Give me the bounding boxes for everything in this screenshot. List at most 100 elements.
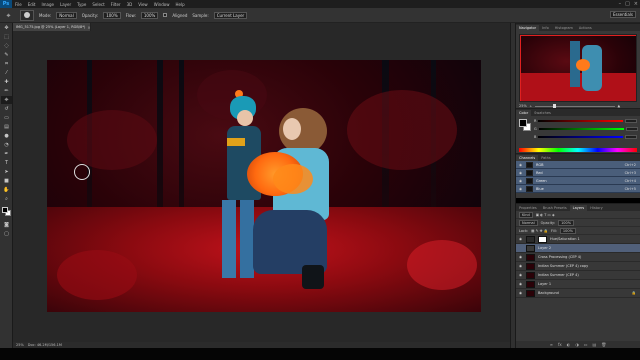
menu-edit[interactable]: Edit xyxy=(25,2,39,7)
quick-select-tool-icon[interactable]: ✎ xyxy=(1,51,12,59)
new-group-icon[interactable]: ▭ xyxy=(584,342,588,347)
visibility-eye-icon[interactable]: ◉ xyxy=(518,237,523,241)
tab-color[interactable]: Color xyxy=(516,110,532,116)
visibility-eye-icon[interactable]: ◉ xyxy=(518,291,523,295)
filter-icons[interactable]: ▣ ◐ T ▭ ◈ xyxy=(536,213,555,217)
image-canvas[interactable] xyxy=(47,60,481,312)
visibility-eye-icon[interactable]: ◉ xyxy=(518,255,523,259)
navigator-thumbnail[interactable] xyxy=(519,34,637,102)
type-tool-icon[interactable]: T xyxy=(1,159,12,167)
menu-filter[interactable]: Filter xyxy=(108,2,124,7)
layer-row[interactable]: ◉ Cross Processing (CEP 4) xyxy=(516,253,640,262)
brush-preset-picker[interactable] xyxy=(20,9,34,21)
screen-mode-icon[interactable]: ▢ xyxy=(1,230,12,238)
zoom-tool-icon[interactable]: ⌕ xyxy=(1,195,12,203)
channel-row-rgb[interactable]: ◉ RGB Ctrl+2 xyxy=(516,161,640,169)
tab-history[interactable]: History xyxy=(587,205,605,211)
foreground-color-swatch[interactable] xyxy=(2,207,8,213)
add-mask-icon[interactable]: ◐ xyxy=(567,342,571,347)
menu-view[interactable]: View xyxy=(135,2,151,7)
layer-kind-filter[interactable]: Kind xyxy=(519,211,533,218)
quick-mask-icon[interactable]: ◙ xyxy=(1,221,12,229)
clone-stamp-tool-icon[interactable]: ⎈ xyxy=(3,12,14,20)
layer-name[interactable]: Indian Summer (CEP 4) copy xyxy=(538,264,588,268)
flow-field[interactable]: 100% xyxy=(140,11,159,19)
color-panel-foreground-swatch[interactable] xyxy=(519,119,527,127)
menu-layer[interactable]: Layer xyxy=(57,2,74,7)
channel-row-blue[interactable]: ◉ Blue Ctrl+5 xyxy=(516,185,640,193)
dodge-tool-icon[interactable]: ◔ xyxy=(1,141,12,149)
tab-layers[interactable]: Layers xyxy=(569,205,588,211)
tab-histogram[interactable]: Histogram xyxy=(552,25,576,31)
move-tool-icon[interactable]: ✥ xyxy=(1,24,12,32)
blend-mode-select[interactable]: Normal xyxy=(519,219,538,226)
visibility-eye-icon[interactable]: ◉ xyxy=(518,264,523,268)
menu-file[interactable]: File xyxy=(12,2,25,7)
layer-row[interactable]: ◉ Layer 1 xyxy=(516,280,640,289)
layer-mask-thumbnail[interactable] xyxy=(538,235,547,243)
green-value-field[interactable] xyxy=(625,127,638,131)
color-spectrum[interactable] xyxy=(519,148,637,152)
lock-icons[interactable]: ▦ ✎ ✥ 🔒 xyxy=(531,229,548,233)
menu-select[interactable]: Select xyxy=(89,2,107,7)
document-tab[interactable]: IMG_5175.jpg @ 25% (Layer 1, RGB/8*) × xyxy=(13,23,91,31)
blur-tool-icon[interactable]: ● xyxy=(1,132,12,140)
tab-actions[interactable]: Actions xyxy=(576,25,595,31)
history-brush-tool-icon[interactable]: ↺ xyxy=(1,105,12,113)
marquee-tool-icon[interactable]: ⬚ xyxy=(1,33,12,41)
visibility-eye-icon[interactable]: ◉ xyxy=(518,282,523,286)
menu-help[interactable]: Help xyxy=(172,2,187,7)
channel-row-red[interactable]: ◉ Red Ctrl+3 xyxy=(516,169,640,177)
layer-row[interactable]: ◉ Background 🔒 xyxy=(516,289,640,298)
maximize-button[interactable]: □ xyxy=(625,1,630,7)
blue-slider[interactable] xyxy=(538,136,624,138)
visibility-eye-icon[interactable]: ◉ xyxy=(519,171,523,175)
layer-opacity-field[interactable]: 100% xyxy=(558,219,575,226)
layer-fill-field[interactable]: 100% xyxy=(559,227,576,234)
red-slider[interactable] xyxy=(538,120,624,122)
tab-properties[interactable]: Properties xyxy=(516,205,540,211)
visibility-eye-icon[interactable]: ◉ xyxy=(519,187,523,191)
menu-type[interactable]: Type xyxy=(74,2,89,7)
zoom-level[interactable]: 25% xyxy=(16,343,24,347)
hand-tool-icon[interactable]: ✋ xyxy=(1,186,12,194)
minimize-button[interactable]: – xyxy=(619,1,622,7)
sample-select[interactable]: Current Layer xyxy=(213,11,248,19)
layer-name[interactable]: Cross Processing (CEP 4) xyxy=(538,255,581,259)
layer-row[interactable]: ◉ Indian Summer (CEP 4) copy xyxy=(516,262,640,271)
brush-tool-icon[interactable]: ✏ xyxy=(1,87,12,95)
tab-navigator[interactable]: Navigator xyxy=(516,25,540,31)
layer-row[interactable]: Layer 2 xyxy=(516,244,640,253)
new-layer-icon[interactable]: ▤ xyxy=(593,342,597,347)
eraser-tool-icon[interactable]: ▭ xyxy=(1,114,12,122)
layer-row[interactable]: ◉ Indian Summer (CEP 4) xyxy=(516,271,640,280)
layer-name[interactable]: Background xyxy=(538,291,559,295)
menu-image[interactable]: Image xyxy=(38,2,57,7)
visibility-eye-icon[interactable]: ◉ xyxy=(519,163,523,167)
layer-row[interactable]: ◉ Hue/Saturation 1 xyxy=(516,235,640,244)
mode-select[interactable]: Normal xyxy=(56,11,77,19)
green-slider[interactable] xyxy=(538,128,624,130)
layer-name[interactable]: Hue/Saturation 1 xyxy=(550,237,580,241)
clone-stamp-tool-icon[interactable]: ⎈ xyxy=(1,96,12,104)
tab-swatches[interactable]: Swatches xyxy=(531,110,554,116)
lasso-tool-icon[interactable]: ◌ xyxy=(1,42,12,50)
visibility-eye-icon[interactable]: ◉ xyxy=(519,179,523,183)
channel-row-green[interactable]: ◉ Green Ctrl+4 xyxy=(516,177,640,185)
layer-name[interactable]: Layer 2 xyxy=(538,246,551,250)
visibility-eye-icon[interactable]: ◉ xyxy=(518,273,523,277)
tab-info[interactable]: Info xyxy=(539,25,552,31)
crop-tool-icon[interactable]: ⌗ xyxy=(1,60,12,68)
aligned-checkbox[interactable] xyxy=(163,13,168,17)
workspace-select[interactable]: Essentials xyxy=(609,11,636,18)
eyedropper-tool-icon[interactable]: ⁄ xyxy=(1,69,12,77)
navigator-view-rectangle[interactable] xyxy=(520,35,636,101)
link-layers-icon[interactable]: ∞ xyxy=(550,342,553,347)
opacity-field[interactable]: 100% xyxy=(103,11,121,19)
adjustment-layer-icon[interactable]: ◑ xyxy=(575,342,579,347)
red-value-field[interactable] xyxy=(625,119,638,123)
zoom-slider[interactable] xyxy=(534,104,615,108)
menu-3d[interactable]: 3D xyxy=(124,2,136,7)
blue-value-field[interactable] xyxy=(625,135,638,139)
layer-style-icon[interactable]: fx xyxy=(558,342,562,347)
